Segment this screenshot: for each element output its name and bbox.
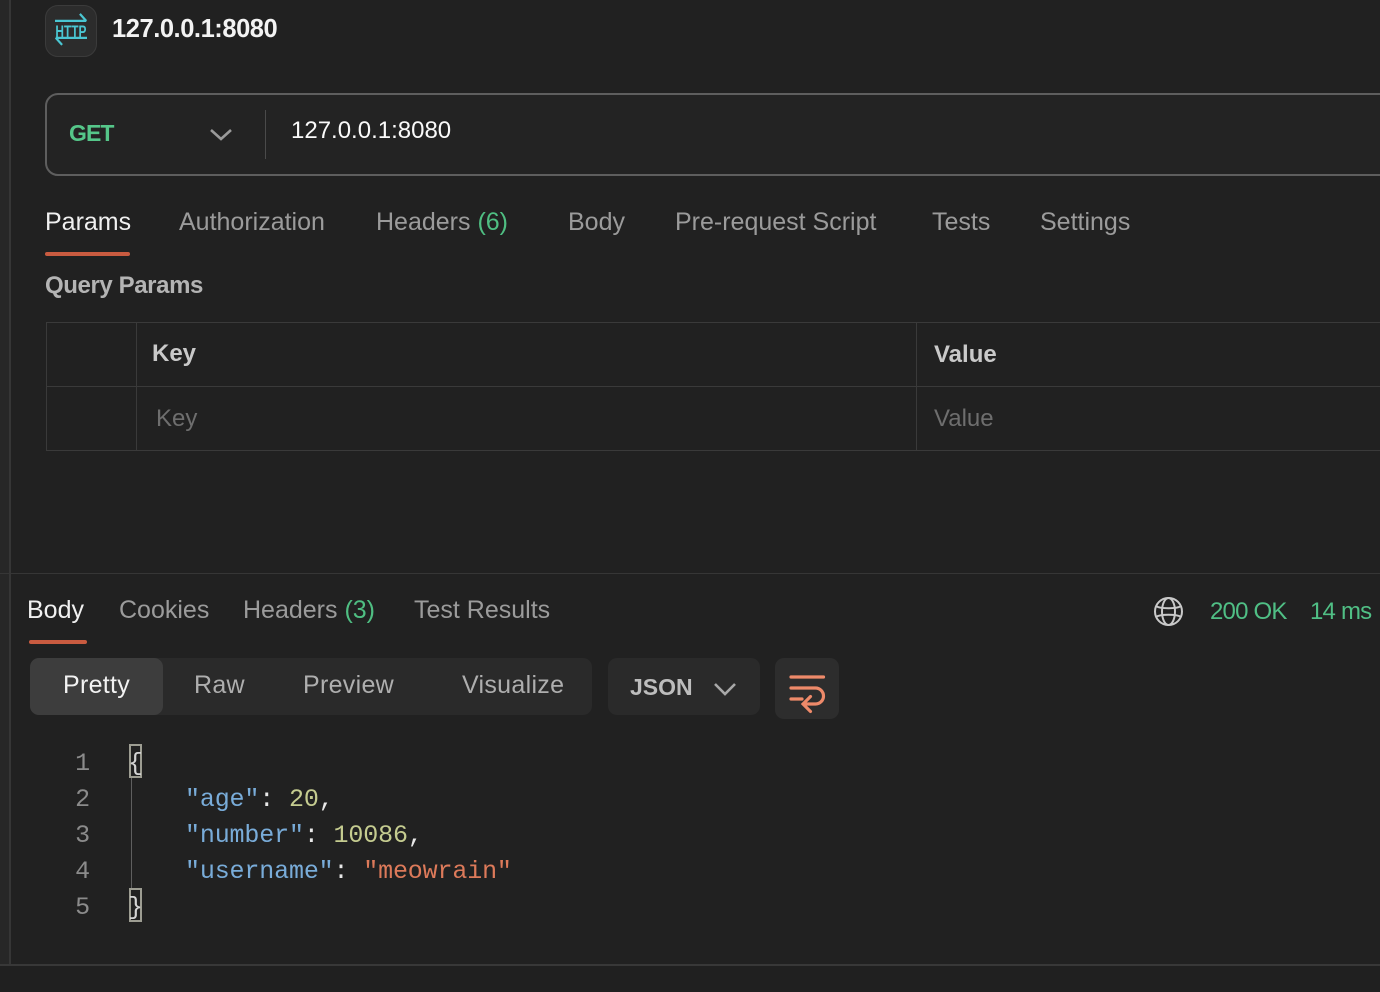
svg-text:HTTP: HTTP [55,23,86,42]
